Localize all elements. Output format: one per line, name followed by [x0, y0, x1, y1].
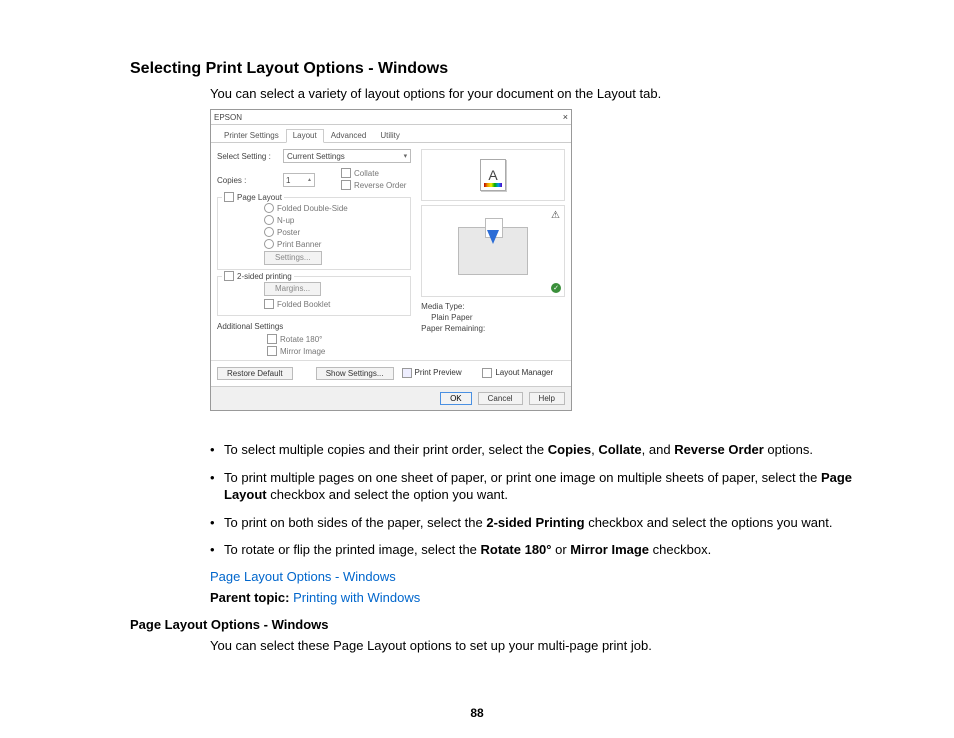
printer-preview: ⚠ ✓ — [421, 205, 565, 297]
dialog-title: EPSON — [214, 113, 563, 122]
document-preview: A — [421, 149, 565, 201]
tab-printer-settings[interactable]: Printer Settings — [217, 129, 286, 142]
titlebar: EPSON × — [211, 110, 571, 125]
rotate-180-label: Rotate 180° — [280, 335, 322, 344]
layout-manager-checkbox[interactable]: Layout Manager — [482, 368, 553, 378]
ok-check-icon: ✓ — [551, 283, 561, 293]
select-setting-dropdown[interactable]: Current Settings — [283, 149, 411, 163]
parent-topic-label: Parent topic: — [210, 590, 289, 605]
media-info: Media Type: Plain Paper Paper Remaining: — [421, 301, 565, 334]
list-item: To rotate or flip the printed image, sel… — [210, 541, 884, 559]
rotate-180-checkbox[interactable]: Rotate 180° — [267, 334, 411, 344]
additional-settings-label: Additional Settings — [217, 322, 411, 331]
help-button[interactable]: Help — [529, 392, 565, 405]
layout-manager-label: Layout Manager — [495, 368, 553, 377]
instruction-list: To select multiple copies and their prin… — [210, 441, 884, 559]
page-layout-settings-button[interactable]: Settings... — [264, 251, 322, 265]
print-banner-label: Print Banner — [277, 240, 321, 249]
list-item: To print multiple pages on one sheet of … — [210, 469, 884, 504]
reverse-order-checkbox[interactable]: Reverse Order — [341, 180, 406, 190]
mirror-image-label: Mirror Image — [280, 347, 325, 356]
select-setting-label: Select Setting : — [217, 152, 277, 161]
intro-text: You can select a variety of layout optio… — [210, 86, 884, 101]
mirror-image-checkbox[interactable]: Mirror Image — [267, 346, 411, 356]
poster-radio[interactable]: Poster — [264, 227, 404, 237]
copies-spinner[interactable]: 1 — [283, 173, 315, 187]
two-sided-group: 2-sided printing Margins... Folded Bookl… — [217, 276, 411, 316]
page-title: Selecting Print Layout Options - Windows — [130, 60, 884, 78]
folded-booklet-label: Folded Booklet — [277, 300, 330, 309]
document-thumb-icon: A — [480, 159, 506, 191]
two-sided-legend-label: 2-sided printing — [237, 272, 292, 281]
show-settings-button[interactable]: Show Settings... — [316, 367, 394, 380]
print-banner-radio[interactable]: Print Banner — [264, 239, 404, 249]
copies-label: Copies : — [217, 176, 277, 185]
dialog-footer: OK Cancel Help — [211, 386, 571, 410]
collate-label: Collate — [354, 169, 379, 178]
page-layout-legend-checkbox[interactable]: Page Layout — [222, 192, 284, 202]
reverse-order-label: Reverse Order — [354, 181, 406, 190]
bottom-bar: Restore Default Show Settings... Print P… — [211, 360, 571, 386]
margins-button[interactable]: Margins... — [264, 282, 321, 296]
cancel-button[interactable]: Cancel — [478, 392, 523, 405]
media-type-value: Plain Paper — [431, 313, 472, 322]
folded-double-side-radio[interactable]: Folded Double-Side — [264, 203, 404, 213]
printer-icon — [458, 227, 528, 275]
paper-remaining-label: Paper Remaining: — [421, 324, 485, 333]
list-item: To select multiple copies and their prin… — [210, 441, 884, 459]
subsection-title: Page Layout Options - Windows — [130, 617, 884, 632]
nup-label: N-up — [277, 216, 294, 225]
page-layout-options-link[interactable]: Page Layout Options - Windows — [210, 569, 396, 584]
page-layout-legend-label: Page Layout — [237, 193, 282, 202]
print-preview-label: Print Preview — [415, 368, 462, 377]
tab-layout[interactable]: Layout — [286, 129, 324, 143]
close-icon[interactable]: × — [563, 112, 568, 122]
tab-advanced[interactable]: Advanced — [324, 129, 374, 142]
nup-radio[interactable]: N-up — [264, 215, 404, 225]
collate-checkbox[interactable]: Collate — [341, 168, 406, 178]
restore-default-button[interactable]: Restore Default — [217, 367, 293, 380]
media-type-label: Media Type: — [421, 302, 464, 311]
dialog-screenshot: EPSON × Printer Settings Layout Advanced… — [210, 109, 572, 411]
folded-double-side-label: Folded Double-Side — [277, 204, 348, 213]
ok-button[interactable]: OK — [440, 392, 472, 405]
print-preview-checkbox[interactable]: Print Preview — [402, 368, 462, 378]
page-layout-group: Page Layout Folded Double-Side N-up Post… — [217, 197, 411, 270]
subsection-intro: You can select these Page Layout options… — [210, 638, 884, 653]
parent-topic-link[interactable]: Printing with Windows — [293, 590, 420, 605]
two-sided-legend-checkbox[interactable]: 2-sided printing — [222, 271, 294, 281]
poster-label: Poster — [277, 228, 300, 237]
folded-booklet-checkbox[interactable]: Folded Booklet — [264, 299, 404, 309]
list-item: To print on both sides of the paper, sel… — [210, 514, 884, 532]
warning-icon: ⚠ — [551, 210, 560, 221]
tab-utility[interactable]: Utility — [373, 129, 407, 142]
arrow-down-icon — [487, 230, 499, 244]
tab-strip: Printer Settings Layout Advanced Utility — [211, 125, 571, 143]
page-number: 88 — [0, 706, 954, 720]
